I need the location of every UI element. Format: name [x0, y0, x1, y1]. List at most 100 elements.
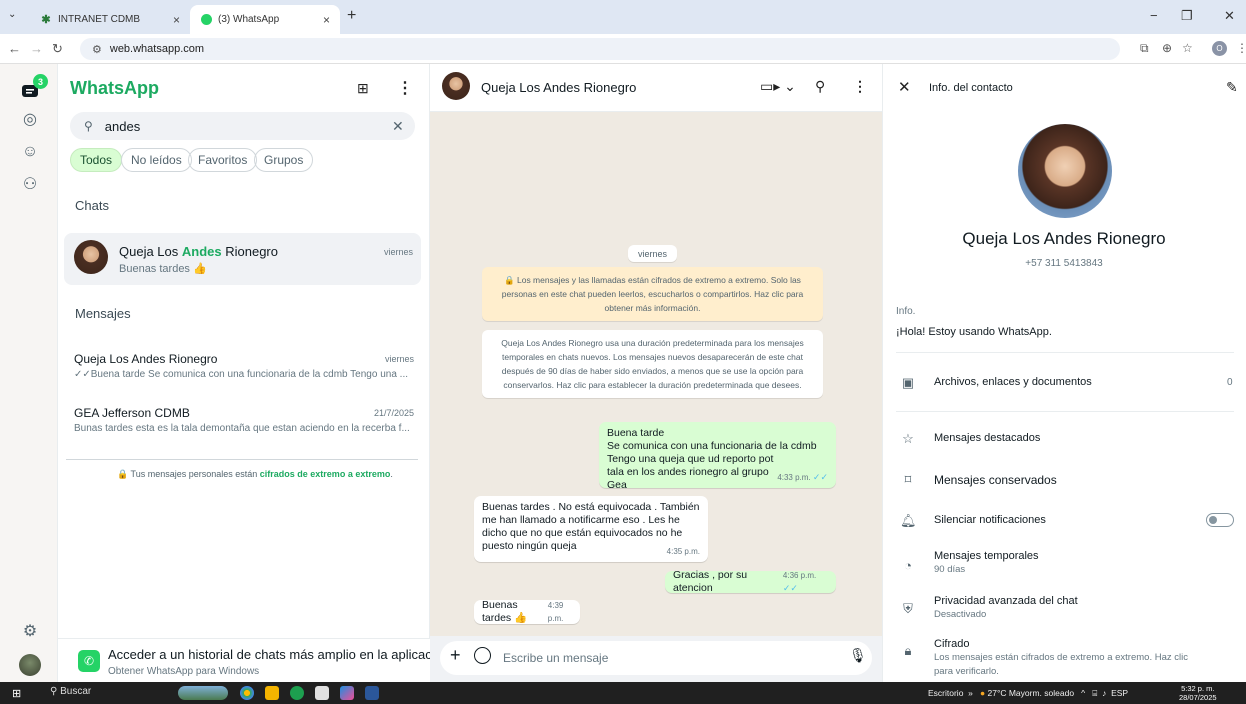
incoming-message[interactable]: Buenas tardes . No está equivocada . Tam… [474, 496, 708, 562]
video-call-icon[interactable]: ▭▸ ⌄ [760, 78, 796, 95]
volume-icon: ♪ [1102, 688, 1107, 698]
minimize-icon[interactable]: − [1150, 8, 1158, 23]
file-explorer-icon[interactable] [265, 686, 279, 700]
close-icon[interactable]: ✕ [898, 78, 911, 96]
sticker-emoji-icon[interactable] [474, 647, 491, 664]
contact-photo[interactable] [1018, 124, 1112, 218]
channels-icon[interactable]: ☺ [19, 141, 41, 163]
mute-toggle[interactable] [1206, 513, 1234, 527]
site-info-icon[interactable]: ⚙ [92, 43, 102, 56]
intranet-favicon-icon: ✱ [41, 14, 51, 26]
install-app-icon[interactable]: ⧉ [1140, 41, 1149, 56]
new-chat-icon[interactable]: ⊞ [357, 80, 369, 97]
forward-icon[interactable]: → [30, 41, 43, 56]
messages-heading: Mensajes [75, 306, 131, 321]
incoming-message[interactable]: Buenas tardes 👍 4:39 p.m. [474, 599, 580, 624]
row-label: Cifrado [934, 638, 970, 650]
browser-tab-bar: ⌄ ✱ INTRANET CDMB × (3) WhatsApp × + − ❐… [0, 0, 1246, 34]
contact-phone: +57 311 5413843 [1025, 258, 1103, 269]
status-icon[interactable]: ◎ [19, 108, 41, 130]
outgoing-message[interactable]: Gracias , por su atencion 4:36 p.m. ✓✓ [665, 569, 836, 594]
tab-whatsapp[interactable]: (3) WhatsApp × [190, 5, 340, 34]
close-window-icon[interactable]: ✕ [1224, 8, 1235, 24]
message-result-item[interactable]: Queja Los Andes Rionegro viernes ✓✓Buena… [74, 352, 414, 380]
tab-title: INTRANET CDMB [58, 14, 141, 25]
tab-search-chevron-icon[interactable]: ⌄ [8, 9, 16, 20]
weather-sun-icon: ● [979, 688, 986, 698]
attach-plus-icon[interactable]: + [450, 645, 461, 666]
disappearing-messages-system-message[interactable]: Queja Los Andes Rionegro usa una duració… [482, 330, 823, 398]
system-tray[interactable]: Escritorio » ● 27°C Mayorm. soleado ^ ⌸ … [928, 688, 1128, 699]
whatsapp-logo-icon: ✆ [78, 650, 100, 672]
message-line: Buena tarde [607, 427, 665, 439]
widgets-landscape-icon[interactable] [178, 686, 228, 700]
search-match-highlight: Andes [181, 244, 222, 259]
new-tab-button[interactable]: + [347, 7, 356, 25]
notepad-icon[interactable] [315, 686, 329, 700]
row-label: Mensajes temporales [934, 550, 1039, 562]
settings-icon[interactable]: ⚙ [19, 620, 41, 642]
message-time: 4:33 p.m. [777, 473, 811, 482]
app-icon[interactable] [340, 686, 354, 700]
divider [896, 411, 1234, 412]
chat-name: Queja Los Andes Rionegro [119, 244, 278, 259]
message-result-chat: GEA Jefferson CDMB [74, 406, 190, 420]
profile-avatar[interactable]: O [1212, 41, 1227, 56]
message-time: 4:35 p.m. [666, 547, 700, 556]
menu-icon[interactable]: ⋮ [397, 78, 413, 98]
row-label: Silenciar notificaciones [934, 514, 1046, 526]
search-input[interactable]: ⚲ andes [70, 112, 415, 140]
my-profile-avatar[interactable] [19, 654, 41, 676]
divider [896, 352, 1234, 353]
conversation-title[interactable]: Queja Los Andes Rionegro [481, 80, 636, 95]
search-icon[interactable]: ⚲ [815, 78, 825, 95]
contact-avatar[interactable] [442, 72, 470, 100]
close-tab-icon[interactable]: × [173, 13, 180, 27]
edit-pencil-icon[interactable]: ✎ [1226, 79, 1238, 96]
row-value: para verificarlo. [934, 666, 999, 677]
chrome-icon[interactable] [240, 686, 254, 700]
word-icon[interactable] [365, 686, 379, 700]
divider [66, 459, 418, 460]
communities-icon[interactable]: ⚇ [19, 173, 41, 195]
row-label: Mensajes destacados [934, 432, 1041, 444]
encryption-system-message[interactable]: 🔒 Los mensajes y las llamadas están cifr… [482, 267, 823, 321]
filter-grupos[interactable]: Grupos [254, 148, 314, 172]
windows-start-icon[interactable]: ⊞ [12, 687, 21, 700]
filter-todos[interactable]: Todos [70, 148, 123, 172]
outgoing-message[interactable]: Buena tarde Se comunica con una funciona… [599, 422, 836, 491]
chat-preview: Buenas tardes 👍 [119, 263, 207, 275]
reload-icon[interactable]: ↻ [52, 41, 63, 57]
chats-heading: Chats [75, 198, 109, 213]
media-gallery-icon: ▣ [901, 375, 915, 390]
message-result-time: viernes [384, 354, 414, 364]
message-result-item[interactable]: GEA Jefferson CDMB 21/7/2025 Bunas tarde… [74, 406, 414, 434]
files-count: 0 [1227, 377, 1233, 388]
url-text: web.whatsapp.com [109, 43, 205, 55]
clear-search-icon[interactable]: ✕ [392, 118, 404, 135]
url-field[interactable]: ⚙ web.whatsapp.com [80, 38, 1120, 60]
clock[interactable]: 5:32 p. m. 28/07/2025 [1179, 684, 1217, 702]
browser-menu-icon[interactable]: ⋮ [1236, 41, 1246, 55]
taskbar-search[interactable]: ⚲ Buscar [50, 686, 91, 697]
bell-icon: 🔔︎ [900, 513, 917, 528]
row-value: Desactivado [934, 609, 987, 620]
filter-no-leidos[interactable]: No leídos [121, 148, 192, 172]
chat-list-item[interactable] [64, 233, 421, 285]
zoom-icon[interactable]: ⊕ [1162, 41, 1172, 55]
close-tab-icon[interactable]: × [323, 13, 330, 27]
promo-subtitle: Obtener WhatsApp para Windows [108, 666, 260, 677]
microphone-icon[interactable]: 🎙 [849, 647, 867, 664]
language: ESP [1111, 688, 1129, 698]
back-icon[interactable]: ← [8, 41, 21, 56]
tab-intranet[interactable]: ✱ INTRANET CDMB × [30, 5, 190, 34]
bookmark-star-icon[interactable]: ☆ [1182, 41, 1193, 55]
row-label: Privacidad avanzada del chat [934, 595, 1078, 607]
filter-favoritos[interactable]: Favoritos [188, 148, 258, 172]
conversation-menu-icon[interactable]: ⋮ [853, 78, 867, 95]
encryption-link[interactable]: cifrados de extremo a extremo [260, 469, 391, 479]
message-input[interactable] [503, 651, 833, 665]
restore-icon[interactable]: ❐ [1181, 8, 1193, 24]
message-result-snippet: Bunas tardes esta es la tala demontaña q… [74, 423, 410, 434]
qgis-icon[interactable] [290, 686, 304, 700]
